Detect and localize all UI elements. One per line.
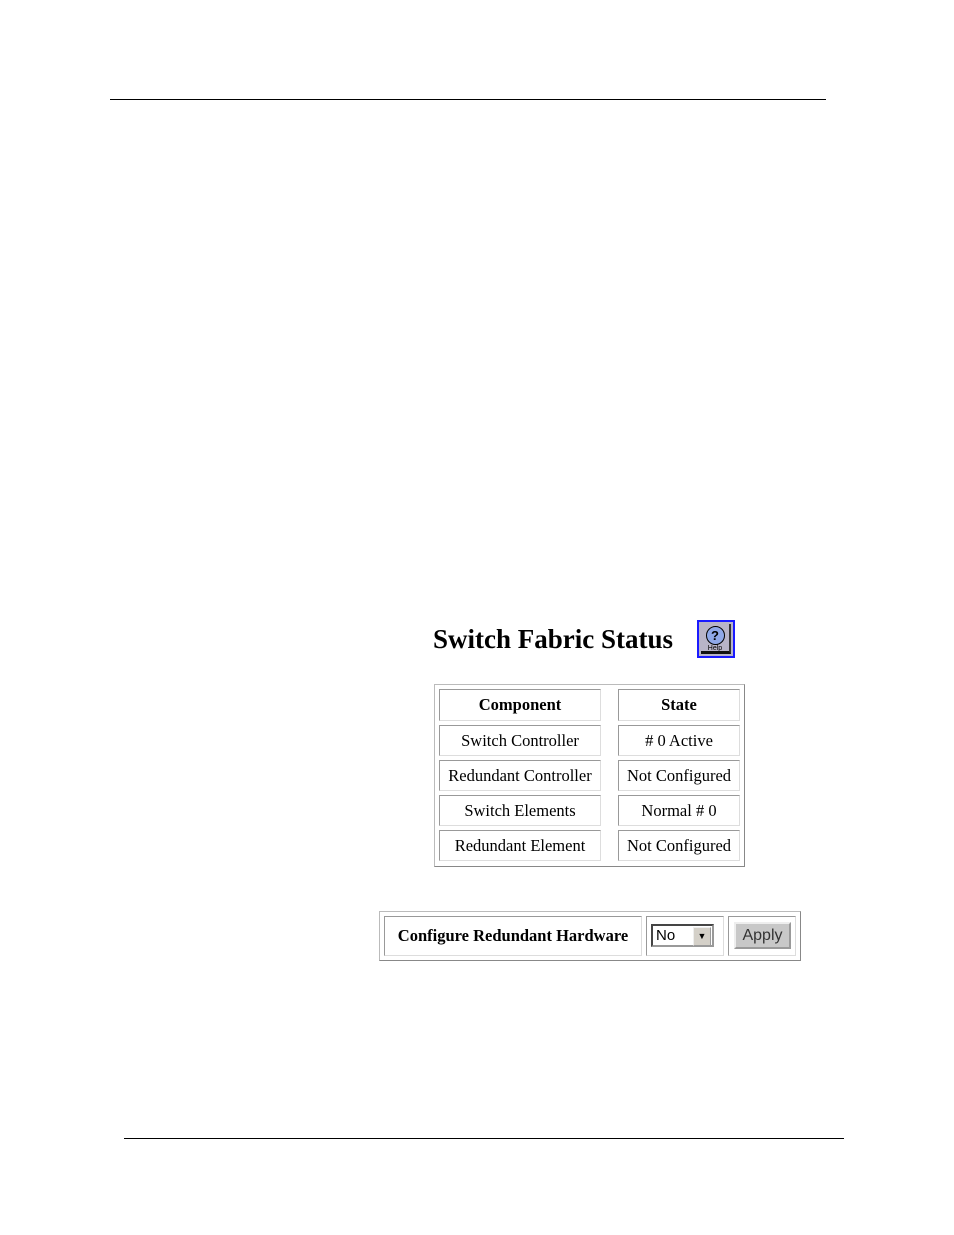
table-cell: Not Configured [618,830,740,861]
header-component: Component [439,689,601,721]
footer-rule [124,1138,844,1139]
config-label: Configure Redundant Hardware [384,916,642,956]
table-cell: Switch Controller [439,725,601,756]
select-value: No [656,927,676,944]
table-cell: Normal # 0 [618,795,740,826]
redundant-hardware-select[interactable]: No ▼ [651,924,714,947]
header-state: State [618,689,740,721]
table-cell: Switch Elements [439,795,601,826]
table-cell: Redundant Element [439,830,601,861]
table-cell: # 0 Active [618,725,740,756]
page-title: Switch Fabric Status [433,624,674,654]
help-button[interactable]: ? Help [697,620,735,658]
chevron-down-icon[interactable]: ▼ [693,927,711,946]
help-icon: ? [705,626,725,645]
table-cell: Not Configured [618,760,740,791]
table-cell: Redundant Controller [439,760,601,791]
apply-button[interactable]: Apply [734,922,791,949]
help-label: Help [707,645,723,652]
header-rule [110,99,826,100]
